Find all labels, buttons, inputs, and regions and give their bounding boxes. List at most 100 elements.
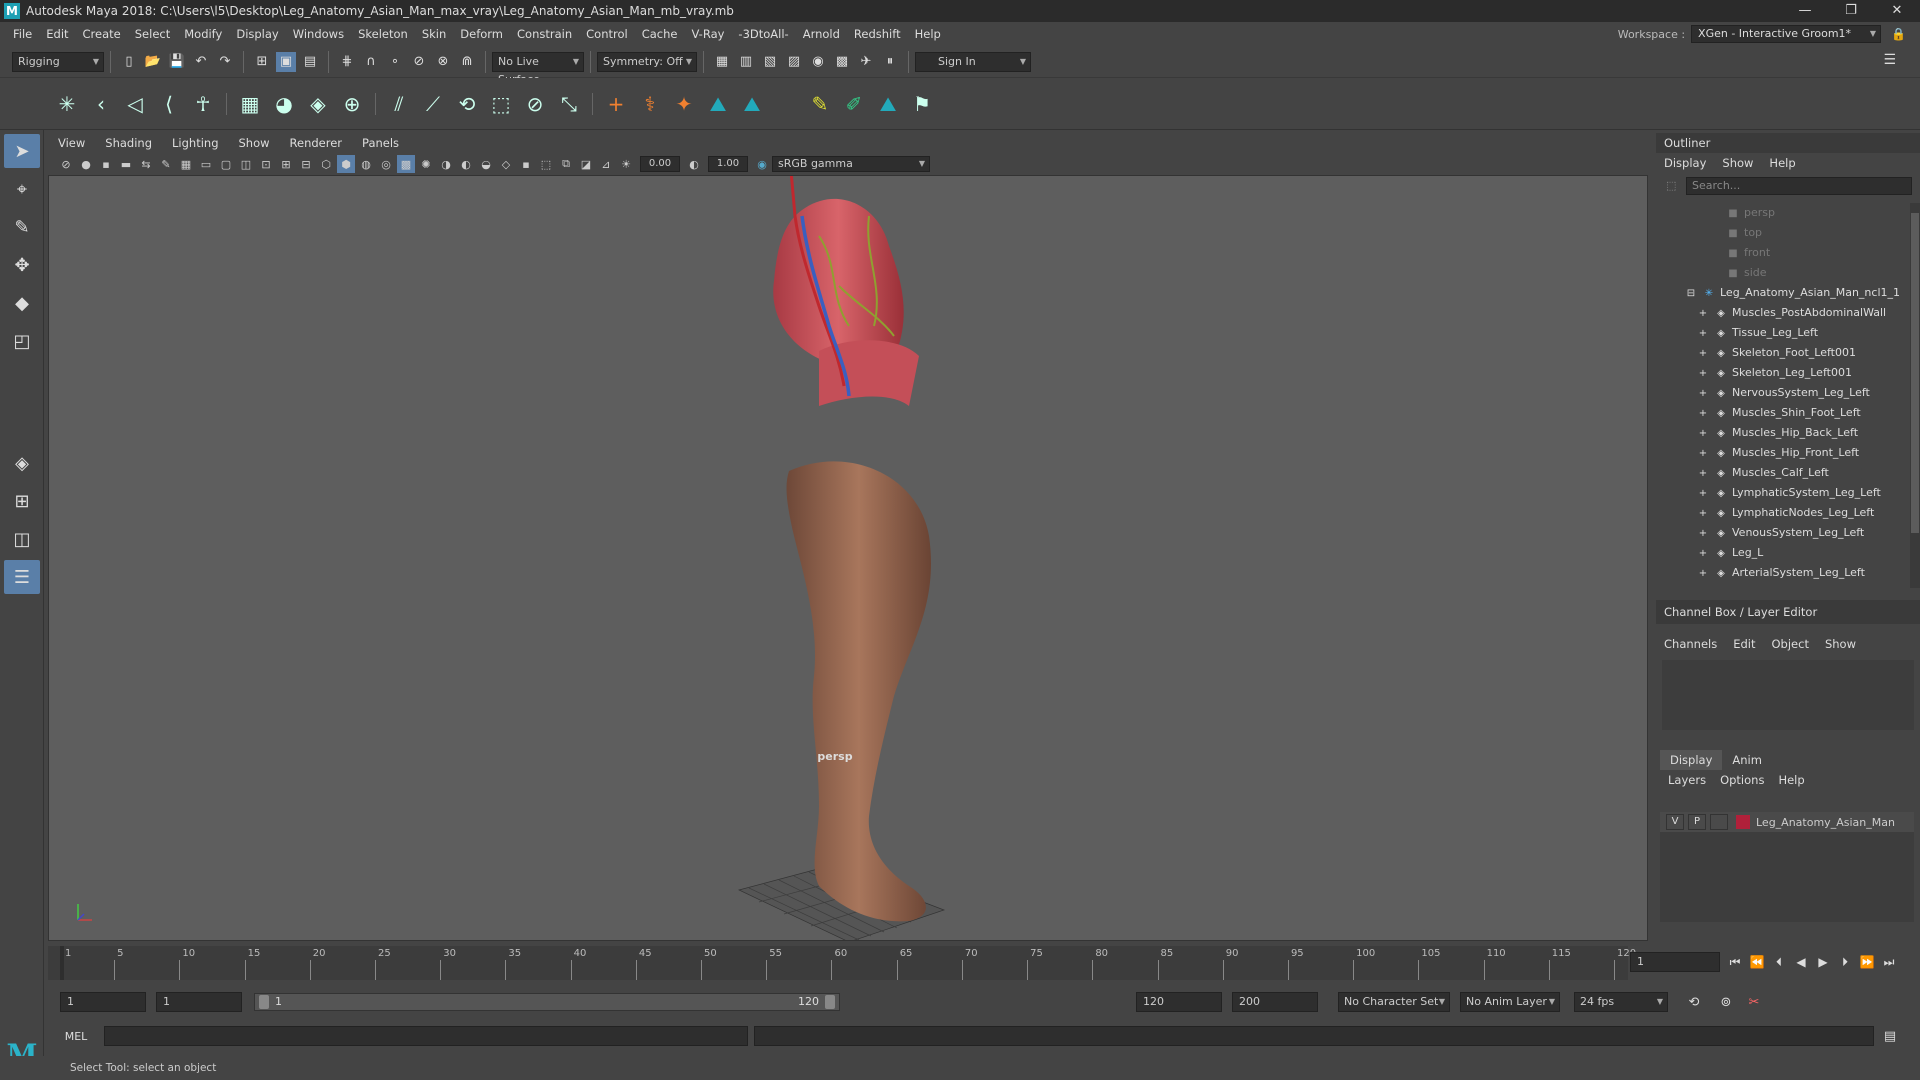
2d-pan-icon[interactable]: ⇆ (137, 155, 155, 173)
point-constraint-icon[interactable]: ⟋ (417, 88, 449, 120)
render-sequence-icon[interactable]: ▥ (736, 52, 756, 72)
undo-icon[interactable]: ↶ (191, 52, 211, 72)
play-forwards-icon[interactable]: ▶ (1812, 955, 1834, 969)
snap-grid-icon[interactable]: ⋕ (337, 52, 357, 72)
current-frame-marker[interactable] (60, 946, 64, 980)
ik-spline-icon[interactable]: ◁ (119, 88, 151, 120)
expand-icon[interactable]: + (1696, 324, 1710, 344)
list-item[interactable]: + ◈ NervousSystem_Leg_Left (1656, 383, 1910, 403)
menu-constrain[interactable]: Constrain (510, 22, 579, 46)
human-ik-icon[interactable]: ✦ (668, 88, 700, 120)
outliner-menu-display[interactable]: Display (1664, 156, 1722, 170)
layer-color-swatch[interactable] (1736, 815, 1750, 829)
ssao-icon[interactable]: ◐ (457, 155, 475, 173)
parent-constraint-icon[interactable]: ⫽ (383, 88, 415, 120)
paint-weights-icon[interactable]: ✎ (804, 88, 836, 120)
joint-orient-icon[interactable]: ⚕ (634, 88, 666, 120)
color-management-icon[interactable]: ◉ (753, 155, 771, 173)
vp-menu-view[interactable]: View (48, 136, 95, 150)
field-chart-icon[interactable]: ⊡ (257, 155, 275, 173)
new-scene-icon[interactable]: ▯ (119, 52, 139, 72)
locator-icon[interactable]: + (600, 88, 632, 120)
channel-box-area[interactable] (1662, 660, 1914, 730)
panel-layout-icon[interactable]: ☰ (1883, 52, 1896, 68)
menu-skeleton[interactable]: Skeleton (351, 22, 415, 46)
rig-pin-icon[interactable]: ⚑ (906, 88, 938, 120)
list-item[interactable]: + ◈ Muscles_Calf_Left (1656, 463, 1910, 483)
wireframe-on-shaded-icon[interactable]: ◎ (377, 155, 395, 173)
move-tool-icon[interactable]: ✥ (4, 248, 40, 282)
expand-icon[interactable]: + (1696, 404, 1710, 424)
render-settings-icon[interactable]: ▨ (784, 52, 804, 72)
lock-icon[interactable]: 🔒 (1891, 27, 1906, 41)
four-pane-icon[interactable]: ⊞ (4, 484, 40, 518)
list-item[interactable]: + ◈ Muscles_Hip_Front_Left (1656, 443, 1910, 463)
menu-file[interactable]: File (6, 22, 39, 46)
menu-deform[interactable]: Deform (453, 22, 510, 46)
motion-blur-icon[interactable]: ◒ (477, 155, 495, 173)
single-pane-icon[interactable]: ◈ (4, 446, 40, 480)
layer-menu-options[interactable]: Options (1720, 773, 1778, 787)
xray-joints-icon[interactable]: ⧉ (557, 155, 575, 173)
bookmark-icon[interactable]: ▪ (97, 155, 115, 173)
list-item[interactable]: + ◈ LymphaticSystem_Leg_Left (1656, 483, 1910, 503)
leg-model[interactable] (49, 176, 1648, 941)
grid-toggle-icon[interactable]: ▦ (177, 155, 195, 173)
start-time-field[interactable]: 1 (60, 992, 146, 1012)
menu-edit[interactable]: Edit (39, 22, 75, 46)
vp-menu-panels[interactable]: Panels (352, 136, 409, 150)
step-back-key-icon[interactable]: ⏪ (1746, 955, 1768, 969)
outliner-menu-help[interactable]: Help (1769, 156, 1811, 170)
cb-menu-object[interactable]: Object (1772, 637, 1825, 651)
ipr-render-icon[interactable]: ▧ (760, 52, 780, 72)
shadows-icon[interactable]: ◑ (437, 155, 455, 173)
render-view-icon[interactable]: ▩ (832, 52, 852, 72)
joint-tool-icon[interactable]: ✳ (51, 88, 83, 120)
gamma-field[interactable]: 1.00 (708, 156, 748, 172)
outliner-search-input[interactable]: Search... (1686, 177, 1912, 195)
outliner-layout-icon[interactable]: ☰ (4, 560, 40, 594)
isolate-icon[interactable]: ▪ (517, 155, 535, 173)
lasso-tool-icon[interactable]: ⌖ (4, 172, 40, 206)
list-item[interactable]: ■ top (1656, 223, 1910, 243)
menu-cache[interactable]: Cache (635, 22, 685, 46)
cb-menu-edit[interactable]: Edit (1733, 637, 1771, 651)
list-item[interactable]: + ◈ Muscles_PostAbdominalWall (1656, 303, 1910, 323)
expand-icon[interactable]: + (1696, 564, 1710, 584)
anti-alias-icon[interactable]: ◇ (497, 155, 515, 173)
range-start-handle[interactable] (259, 995, 269, 1009)
auto-key-icon[interactable]: ⊚ (1716, 992, 1736, 1012)
fps-dropdown[interactable]: 24 fps (1574, 992, 1668, 1012)
expand-icon[interactable]: + (1696, 304, 1710, 324)
two-pane-icon[interactable]: ◫ (4, 522, 40, 556)
mel-label[interactable]: MEL (48, 1030, 104, 1043)
expand-icon[interactable]: + (1696, 504, 1710, 524)
list-item[interactable]: + ◈ Skeleton_Leg_Left001 (1656, 363, 1910, 383)
pause-icon[interactable]: ⏸ (880, 52, 900, 72)
playback-start-field[interactable]: 1 (156, 992, 242, 1012)
list-item[interactable]: + ◈ Leg_L (1656, 543, 1910, 563)
list-item[interactable]: + ◈ Skeleton_Foot_Left001 (1656, 343, 1910, 363)
anim-layer-dropdown[interactable]: No Anim Layer (1460, 992, 1560, 1012)
gate-mask-icon[interactable]: ◫ (237, 155, 255, 173)
expand-icon[interactable]: + (1696, 384, 1710, 404)
scrollbar-thumb[interactable] (1911, 213, 1919, 533)
image-plane-icon[interactable]: ▬ (117, 155, 135, 173)
list-item[interactable]: ■ persp (1656, 203, 1910, 223)
cb-menu-show[interactable]: Show (1825, 637, 1872, 651)
menu-modify[interactable]: Modify (177, 22, 229, 46)
end-time-field[interactable]: 200 (1232, 992, 1318, 1012)
range-end-handle[interactable] (825, 995, 835, 1009)
filter-icon[interactable]: ⬚ (1666, 179, 1676, 192)
step-forward-key-icon[interactable]: ⏩ (1856, 955, 1878, 969)
layer-visibility-toggle[interactable]: V (1666, 814, 1684, 830)
vp-menu-show[interactable]: Show (229, 136, 280, 150)
paint-skin-icon[interactable]: ✐ (838, 88, 870, 120)
close-button[interactable]: ✕ (1874, 0, 1920, 22)
layer-playback-toggle[interactable]: P (1688, 814, 1706, 830)
grease-pencil-icon[interactable]: ✎ (157, 155, 175, 173)
select-tool-icon[interactable]: ➤ (4, 134, 40, 168)
textured-icon[interactable]: ▩ (397, 155, 415, 173)
expand-icon[interactable]: + (1696, 484, 1710, 504)
xray-icon[interactable]: ⬚ (537, 155, 555, 173)
